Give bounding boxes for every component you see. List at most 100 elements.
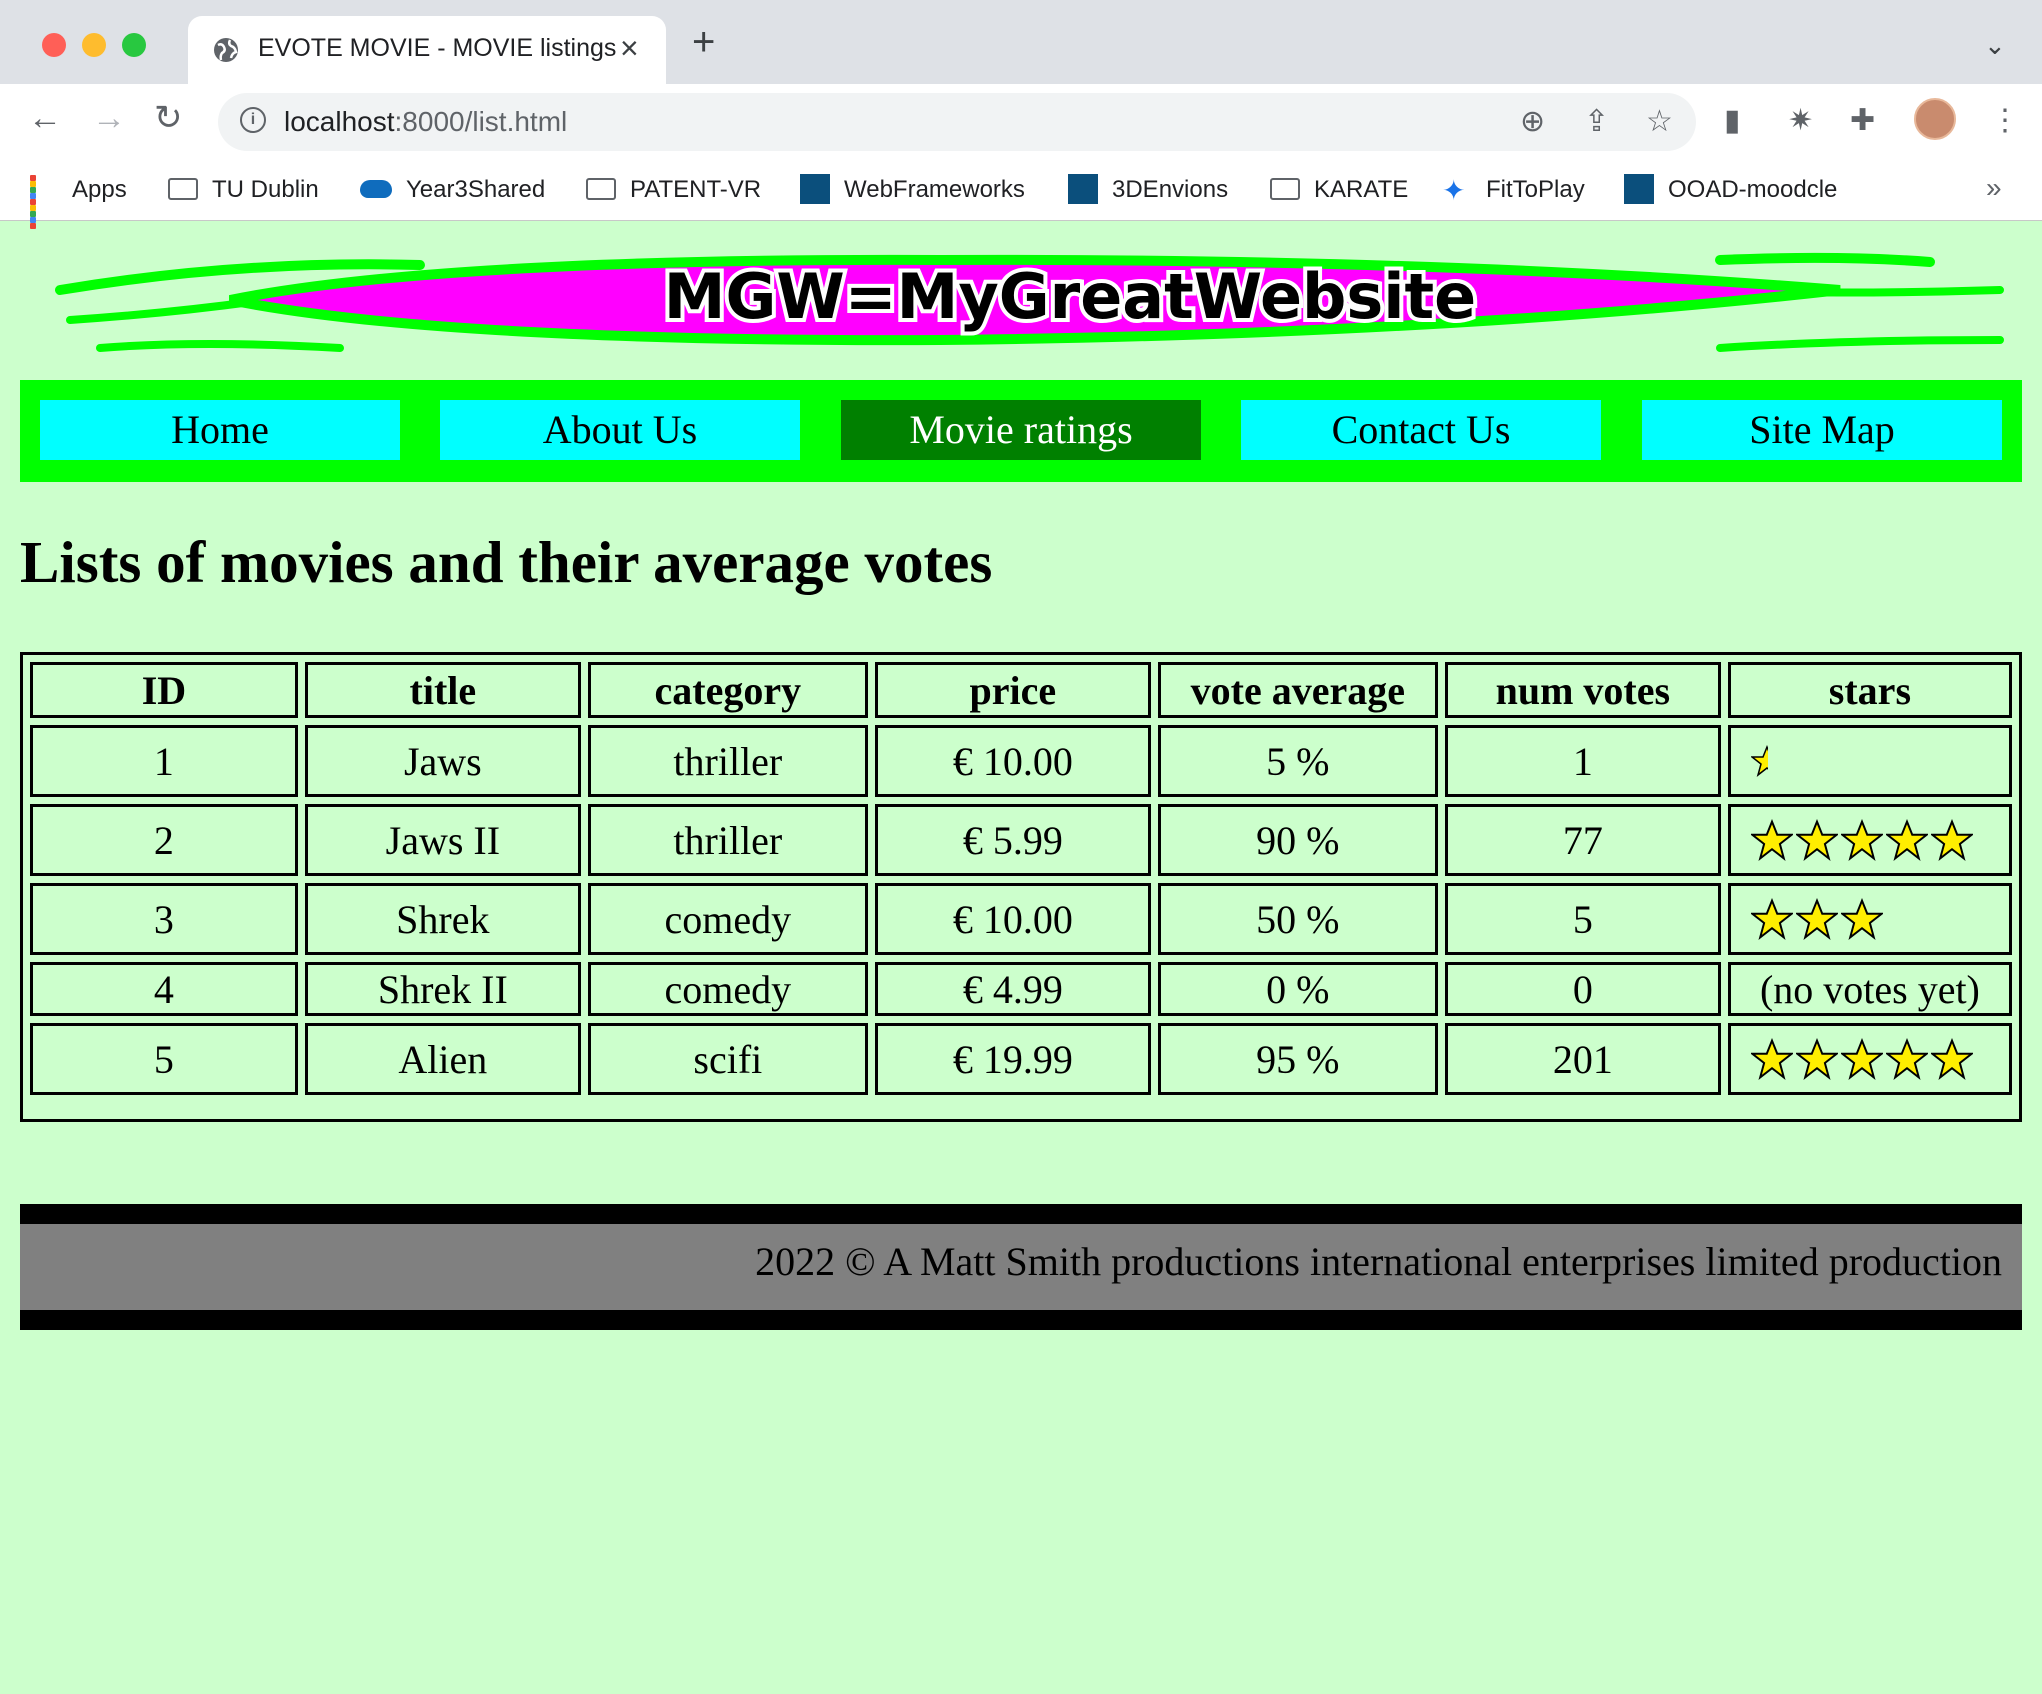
header-stars: stars	[1727, 662, 2012, 718]
stars-text: (no votes yet)	[1759, 966, 1980, 1012]
cell-id: 4	[30, 962, 298, 1016]
bookmark-fittoplay[interactable]: ✦ FitToPlay	[1442, 170, 1585, 210]
onedrive-cloud-icon	[360, 179, 392, 198]
cell-title: Shrek	[304, 883, 581, 955]
folder-icon	[168, 177, 198, 200]
folder-icon	[586, 177, 616, 200]
menu-kebab-icon[interactable]: ⋮	[1990, 104, 2020, 138]
cell-num-votes: 0	[1444, 962, 1721, 1016]
site-logo-banner: MGW=MyGreatWebsite	[55, 252, 2004, 352]
minimize-window-button[interactable]	[82, 33, 106, 57]
header-title: title	[304, 662, 581, 718]
chevron-down-icon[interactable]: ⌄	[1984, 30, 2006, 61]
extension-icon[interactable]: ▮	[1724, 104, 1741, 138]
bookmark-tu-dublin[interactable]: TU Dublin	[168, 170, 319, 210]
cell-id: 2	[30, 804, 298, 876]
cell-vote-average: 5 %	[1157, 725, 1438, 797]
site-info-icon[interactable]: i	[240, 107, 266, 133]
nav-movie-ratings[interactable]: Movie ratings	[841, 400, 1201, 460]
forward-button[interactable]: →	[92, 98, 126, 138]
cell-category: comedy	[587, 962, 868, 1016]
back-button[interactable]: ←	[28, 98, 62, 138]
cell-category: thriller	[587, 725, 868, 797]
bookmark-ooad-moodcle[interactable]: OOAD-moodcle	[1624, 170, 1837, 210]
table-header-row: ID title category price vote average num…	[30, 662, 2012, 718]
header-vote-average: vote average	[1157, 662, 1438, 718]
cell-stars	[1727, 804, 2012, 876]
star-icon	[1750, 898, 1793, 940]
reload-button[interactable]: ↻	[154, 98, 183, 138]
star-rating	[1731, 898, 2009, 940]
site-icon	[800, 173, 830, 204]
site-icon	[1624, 173, 1654, 204]
profile-avatar[interactable]	[1914, 98, 1956, 140]
cell-num-votes: 77	[1444, 804, 1721, 876]
cell-stars	[1727, 1023, 2012, 1095]
runner-icon: ✦	[1442, 174, 1466, 206]
nav-home[interactable]: Home	[40, 400, 400, 460]
zoom-icon[interactable]: ⊕	[1520, 105, 1545, 139]
cell-stars: (no votes yet)	[1727, 962, 2012, 1016]
cell-price: € 10.00	[874, 725, 1151, 797]
star-icon	[1795, 819, 1838, 861]
table-row: 1 Jaws thriller € 10.00 5 % 1	[30, 725, 2012, 797]
cell-vote-average: 90 %	[1157, 804, 1438, 876]
table-row: 5 Alien scifi € 19.99 95 % 201	[30, 1023, 2012, 1095]
cell-id: 3	[30, 883, 298, 955]
cell-stars	[1727, 883, 2012, 955]
address-bar[interactable]: i localhost:8000/list.html ⊕ ⇪ ☆	[218, 93, 1696, 151]
bookmark-patent-vr[interactable]: PATENT-VR	[586, 170, 761, 210]
cell-vote-average: 50 %	[1157, 883, 1438, 955]
bookmark-karate[interactable]: KARATE	[1270, 170, 1408, 210]
header-category: category	[587, 662, 868, 718]
browser-chrome: EVOTE MOVIE - MOVIE listings × + ⌄ ← → ↻…	[0, 0, 2042, 229]
table-row: 3 Shrek comedy € 10.00 50 % 5	[30, 883, 2012, 955]
new-tab-button[interactable]: +	[692, 22, 715, 62]
cell-stars	[1727, 725, 2012, 797]
cell-category: scifi	[587, 1023, 868, 1095]
cell-title: Shrek II	[304, 962, 581, 1016]
puzzle-extensions-icon[interactable]: ✚	[1850, 104, 1875, 138]
bookmark-3denvions[interactable]: 3DEnvions	[1068, 170, 1228, 210]
browser-tab[interactable]: EVOTE MOVIE - MOVIE listings ×	[188, 16, 666, 84]
header-id: ID	[30, 662, 298, 718]
browser-toolbar: ← → ↻ i localhost:8000/list.html ⊕ ⇪ ☆ ▮…	[0, 84, 2042, 160]
bookmark-apps[interactable]: Apps	[30, 170, 127, 229]
cell-id: 1	[30, 725, 298, 797]
tab-strip: EVOTE MOVIE - MOVIE listings × + ⌄	[0, 0, 2042, 84]
tab-close-icon[interactable]: ×	[620, 30, 639, 67]
star-icon	[1840, 898, 1883, 940]
bookmark-star-icon[interactable]: ☆	[1646, 105, 1673, 139]
table-row: 4 Shrek II comedy € 4.99 0 % 0 (no votes yet)	[30, 962, 2012, 1016]
nav-contact-us[interactable]: Contact Us	[1241, 400, 1601, 460]
star-icon	[1795, 898, 1838, 940]
star-icon	[1885, 1038, 1928, 1080]
globe-icon	[214, 38, 238, 62]
bookmark-webframeworks[interactable]: WebFrameworks	[800, 170, 1025, 210]
header-num-votes: num votes	[1444, 662, 1721, 718]
cell-price: € 10.00	[874, 883, 1151, 955]
maximize-window-button[interactable]	[122, 33, 146, 57]
main-nav: Home About Us Movie ratings Contact Us S…	[20, 380, 2022, 482]
nav-about-us[interactable]: About Us	[440, 400, 800, 460]
bug-extension-icon[interactable]: ✷	[1788, 104, 1813, 138]
share-icon[interactable]: ⇪	[1584, 105, 1609, 139]
cell-id: 5	[30, 1023, 298, 1095]
bookmark-year3shared[interactable]: Year3Shared	[360, 170, 545, 210]
star-icon	[1840, 1038, 1883, 1080]
star-rating	[1731, 1038, 2009, 1080]
close-window-button[interactable]	[42, 33, 66, 57]
star-rating	[1731, 819, 2009, 861]
cell-category: comedy	[587, 883, 868, 955]
star-icon	[1750, 1038, 1793, 1080]
half-star-icon	[1750, 745, 1768, 777]
logo-text: MGW=MyGreatWebsite	[664, 260, 1476, 333]
cell-num-votes: 201	[1444, 1023, 1721, 1095]
star-icon	[1750, 819, 1793, 861]
address-url[interactable]: localhost:8000/list.html	[284, 106, 567, 138]
page-title: Lists of movies and their average votes	[20, 529, 993, 595]
bookmarks-overflow-icon[interactable]: »	[1986, 172, 2002, 204]
star-icon	[1795, 1038, 1838, 1080]
nav-site-map[interactable]: Site Map	[1642, 400, 2002, 460]
page-footer: 2022 © A Matt Smith productions internat…	[20, 1204, 2022, 1330]
